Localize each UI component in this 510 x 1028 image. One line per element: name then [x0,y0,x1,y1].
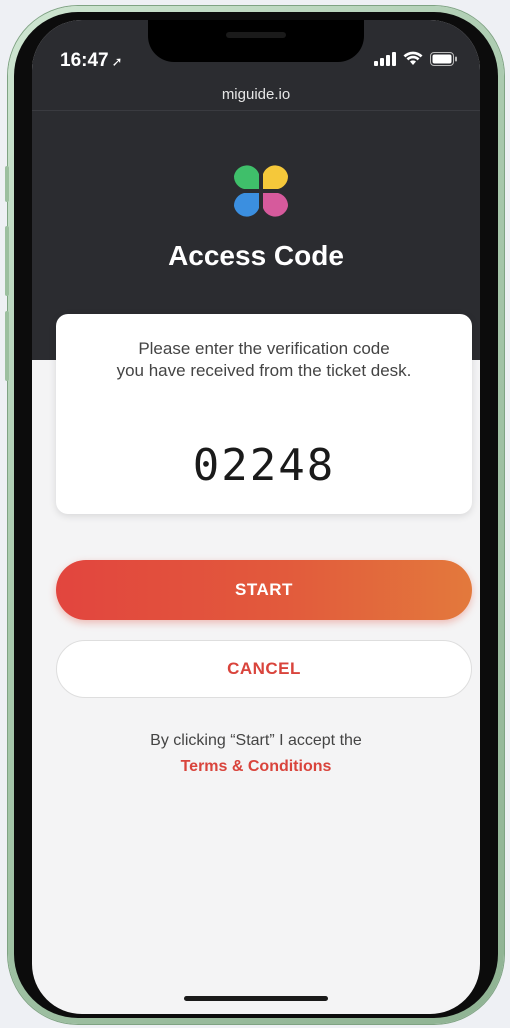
speaker [226,32,286,38]
page-title: Access Code [168,240,344,271]
url-text: miguide.io [221,86,291,103]
access-code-card: Please enter the verification code you h… [56,314,472,514]
cellular-signal-icon [374,51,396,66]
home-indicator[interactable] [184,996,328,1001]
side-button [5,166,9,202]
instruction-line-1: Please enter the verification code [138,339,390,358]
app-logo-icon [233,165,289,217]
status-time-text: 16:47 [60,50,109,71]
terms-notice: By clicking “Start” I accept the [150,732,362,749]
location-arrow-icon: ➚ [111,54,123,69]
logo-petal-green [233,165,259,189]
volume-up-button [5,226,9,296]
logo-petal-pink [263,193,289,217]
status-time: 16:47 ➚ [60,50,123,72]
notch [148,20,364,62]
logo-petal-yellow [263,165,289,189]
wifi-icon [403,51,423,65]
browser-url-bar[interactable]: miguide.io [32,80,480,111]
logo-petal-blue [233,193,259,217]
instruction-line-2: you have received from the ticket desk. [116,361,412,380]
volume-down-button [5,311,9,381]
terms-conditions-link[interactable]: Terms & Conditions [32,758,480,776]
access-code-field[interactable]: 02248 [56,440,472,491]
start-button[interactable]: START [56,560,472,620]
status-bar: 16:47 ➚ [32,20,480,76]
cancel-button[interactable]: CANCEL [56,640,472,698]
instruction-text: Please enter the verification code you h… [72,338,456,382]
status-icons [374,51,458,66]
phone-screen: 16:47 ➚ miguide.io Access Code Please en… [32,20,480,1014]
battery-icon [430,51,457,66]
